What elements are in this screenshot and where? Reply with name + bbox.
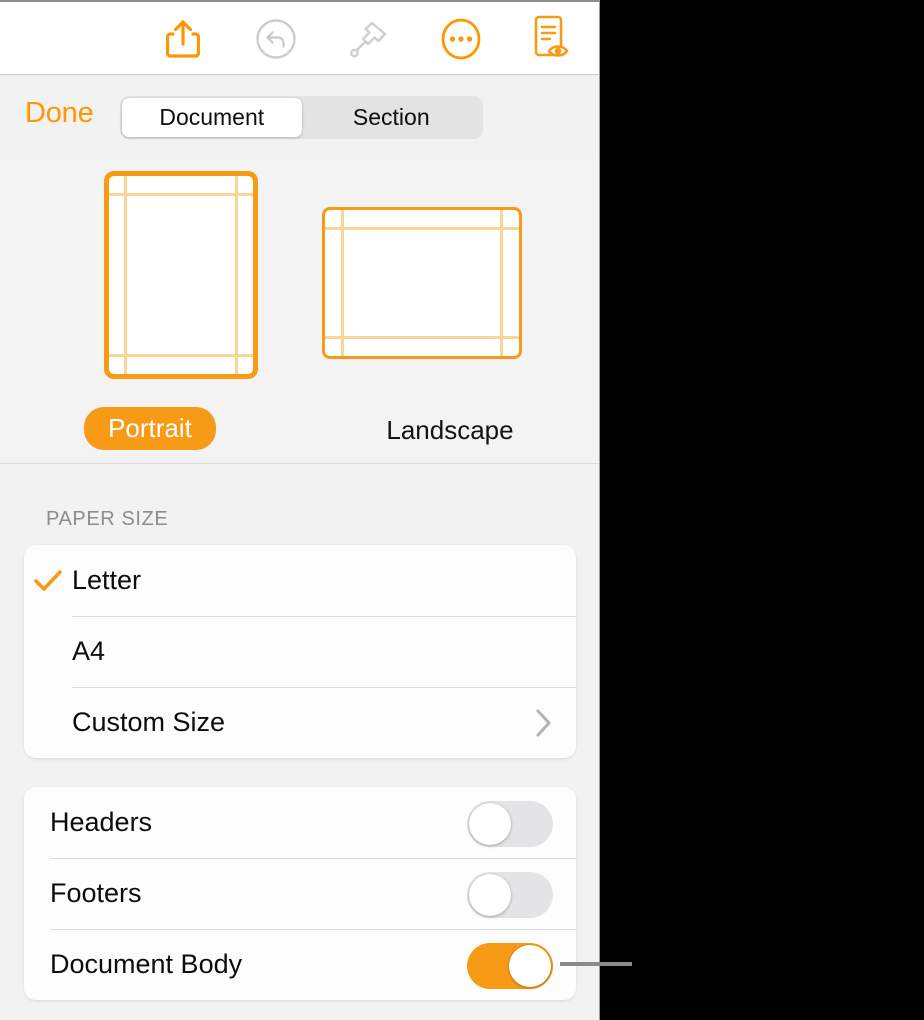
more-options-button[interactable]: [431, 10, 491, 68]
paper-size-label: A4: [72, 636, 106, 666]
document-setup-panel: Done Document Section Portrait Landscape…: [0, 0, 600, 1020]
callout-line: [560, 962, 632, 966]
paper-size-row-letter[interactable]: Letter: [24, 545, 576, 616]
panel-header: Done Document Section: [0, 75, 599, 157]
toggle-label: Headers: [50, 807, 153, 837]
format-brush-button[interactable]: [339, 10, 399, 68]
paper-size-list: Letter A4 Custom Size: [24, 545, 576, 758]
orientation-section: Portrait Landscape: [0, 157, 599, 464]
share-button[interactable]: [153, 10, 213, 68]
portrait-label: Portrait: [0, 407, 300, 450]
chevron-right-icon: [534, 687, 554, 758]
undo-icon: [254, 17, 298, 61]
toggle-row-footers[interactable]: Footers: [24, 858, 576, 929]
document-body-switch[interactable]: [467, 943, 553, 989]
checkmark-placeholder: [24, 616, 72, 687]
tab-section[interactable]: Section: [302, 98, 482, 137]
undo-button[interactable]: [246, 10, 306, 68]
paper-size-row-a4[interactable]: A4: [24, 616, 576, 687]
paper-size-label: Custom Size: [72, 707, 226, 737]
document-options-button[interactable]: [521, 10, 581, 68]
orientation-option-portrait[interactable]: Portrait: [0, 157, 300, 463]
landscape-label: Landscape: [386, 415, 514, 445]
footers-switch[interactable]: [467, 872, 553, 918]
paper-size-label: Letter: [72, 565, 142, 595]
toggle-row-headers[interactable]: Headers: [24, 787, 576, 858]
checkmark-icon: [24, 545, 72, 616]
paintbrush-icon: [347, 17, 391, 61]
document-section-segmented-control[interactable]: Document Section: [120, 96, 483, 139]
checkmark-placeholder: [24, 687, 72, 758]
switch-knob: [469, 874, 511, 916]
paper-size-section-title: PAPER SIZE: [46, 508, 169, 530]
more-icon: [439, 16, 483, 62]
done-button[interactable]: Done: [25, 97, 94, 130]
switch-knob: [509, 945, 551, 987]
toggle-row-document-body[interactable]: Document Body: [24, 929, 576, 1000]
orientation-option-landscape[interactable]: Landscape: [300, 157, 599, 463]
toggle-label: Footers: [50, 878, 142, 908]
toggle-label: Document Body: [50, 949, 243, 979]
switch-knob: [469, 803, 511, 845]
app-toolbar: [0, 0, 599, 75]
paper-size-row-custom-size[interactable]: Custom Size: [24, 687, 576, 758]
landscape-page-thumbnail: [322, 207, 522, 359]
tab-document[interactable]: Document: [122, 98, 302, 137]
headers-switch[interactable]: [467, 801, 553, 847]
portrait-page-thumbnail: [104, 171, 258, 379]
share-icon: [166, 19, 200, 59]
page-elements-list: Headers Footers Document Body: [24, 787, 576, 1000]
document-options-icon: [528, 14, 574, 64]
